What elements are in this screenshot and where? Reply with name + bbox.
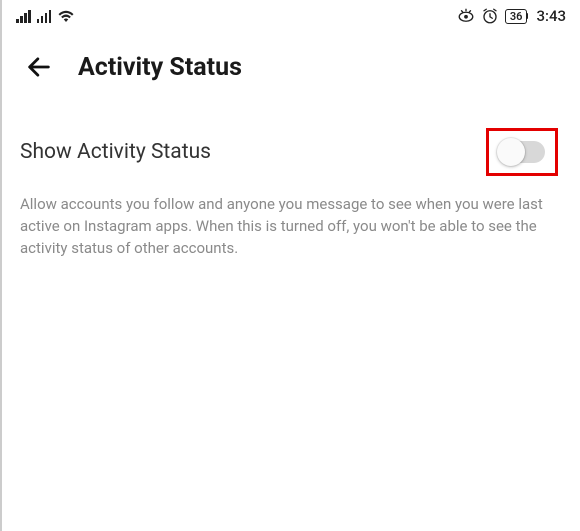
page-title: Activity Status: [78, 53, 242, 82]
show-activity-status-toggle[interactable]: [499, 141, 545, 163]
status-left: [16, 9, 75, 23]
wifi-icon: [57, 9, 75, 23]
header: Activity Status: [2, 30, 580, 92]
status-right: 36 3:43: [457, 7, 566, 25]
setting-row: Show Activity Status: [2, 92, 580, 184]
toggle-highlight-box: [486, 128, 558, 176]
clock-time: 3:43: [536, 7, 566, 25]
setting-description: Allow accounts you follow and anyone you…: [2, 184, 580, 259]
toggle-knob: [497, 138, 525, 166]
show-activity-status-label: Show Activity Status: [20, 140, 211, 164]
signal-bars-icon: [37, 9, 52, 23]
eye-icon: [457, 7, 475, 25]
battery-indicator: 36: [505, 9, 529, 24]
signal-bars-icon: [16, 9, 31, 23]
alarm-icon: [481, 7, 499, 25]
battery-percent: 36: [510, 11, 523, 22]
status-bar: 36 3:43: [2, 0, 580, 30]
back-button[interactable]: [24, 52, 54, 82]
